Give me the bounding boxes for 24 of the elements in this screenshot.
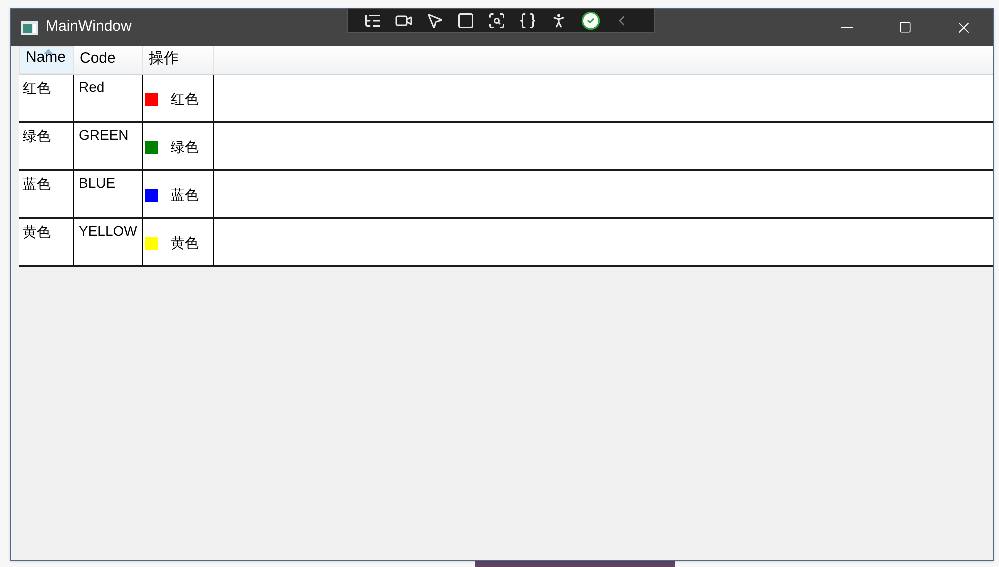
color-label: 黄色 <box>171 234 199 252</box>
table-cell: GREEN <box>74 123 143 169</box>
braces-icon[interactable] <box>519 12 537 30</box>
minimize-icon <box>841 27 853 28</box>
square-frame-icon[interactable] <box>457 12 475 30</box>
window-title: MainWindow <box>46 17 132 38</box>
table-cell: 红色 <box>19 75 74 121</box>
column-header[interactable]: 操作 <box>143 46 214 74</box>
color-label: 红色 <box>171 90 199 108</box>
table-cell: BLUE <box>74 171 143 217</box>
table-cell: Red <box>74 75 143 121</box>
maximize-icon <box>898 21 912 34</box>
app-icon <box>21 20 38 34</box>
column-header[interactable]: Name <box>19 46 74 74</box>
table-cell: 黄色 <box>19 219 74 265</box>
check-circle-icon[interactable] <box>581 10 601 30</box>
color-label: 蓝色 <box>171 186 199 204</box>
pointer-icon[interactable] <box>426 12 444 30</box>
table-cell: 绿色 <box>19 123 74 169</box>
color-label: 绿色 <box>171 138 199 156</box>
table-cell: 蓝色 <box>19 171 74 217</box>
select-element-icon[interactable] <box>488 12 506 30</box>
column-header[interactable]: Code <box>74 46 143 74</box>
table-cell: YELLOW <box>74 219 143 265</box>
